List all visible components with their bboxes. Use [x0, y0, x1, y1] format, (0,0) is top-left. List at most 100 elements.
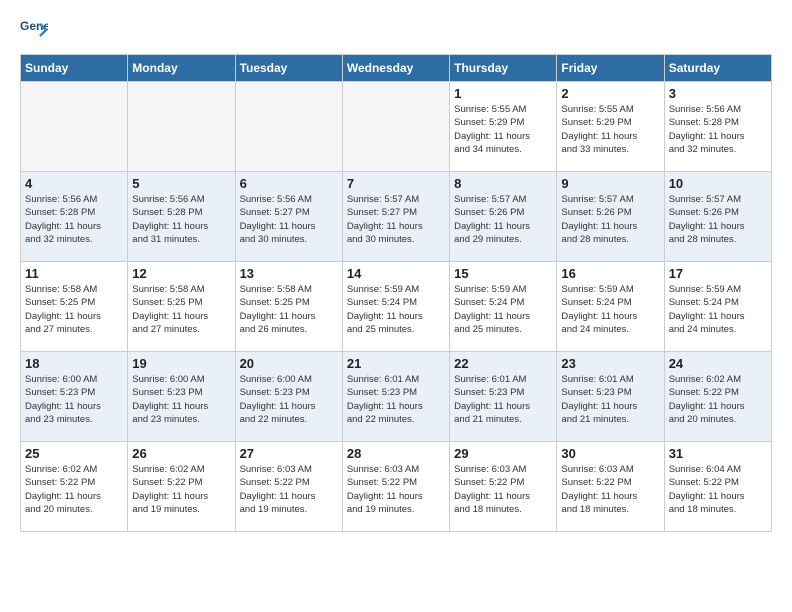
calendar-week-4: 18 Sunrise: 6:00 AM Sunset: 5:23 PM Dayli…	[21, 352, 772, 442]
day-info: Sunrise: 5:57 AM Sunset: 5:26 PM Dayligh…	[454, 193, 552, 246]
day-number: 18	[25, 356, 123, 371]
day-info: Sunrise: 5:56 AM Sunset: 5:28 PM Dayligh…	[132, 193, 230, 246]
calendar-cell: 10 Sunrise: 5:57 AM Sunset: 5:26 PM Dayli…	[664, 172, 771, 262]
calendar-cell	[21, 82, 128, 172]
day-info: Sunrise: 5:59 AM Sunset: 5:24 PM Dayligh…	[454, 283, 552, 336]
calendar-cell: 28Sunrise: 6:03 AM Sunset: 5:22 PM Dayli…	[342, 442, 449, 532]
calendar-week-1: 1 Sunrise: 5:55 AM Sunset: 5:29 PM Daylig…	[21, 82, 772, 172]
day-number: 1	[454, 86, 552, 101]
calendar-cell: 16Sunrise: 5:59 AM Sunset: 5:24 PM Dayli…	[557, 262, 664, 352]
calendar-cell: 17Sunrise: 5:59 AM Sunset: 5:24 PM Dayli…	[664, 262, 771, 352]
day-info: Sunrise: 5:59 AM Sunset: 5:24 PM Dayligh…	[669, 283, 767, 336]
day-info: Sunrise: 5:56 AM Sunset: 5:28 PM Dayligh…	[669, 103, 767, 156]
day-number: 2	[561, 86, 659, 101]
day-number: 4	[25, 176, 123, 191]
calendar-week-3: 11 Sunrise: 5:58 AM Sunset: 5:25 PM Dayli…	[21, 262, 772, 352]
day-info: Sunrise: 5:57 AM Sunset: 5:26 PM Dayligh…	[561, 193, 659, 246]
calendar-body: 1 Sunrise: 5:55 AM Sunset: 5:29 PM Daylig…	[21, 82, 772, 532]
day-info: Sunrise: 6:01 AM Sunset: 5:23 PM Dayligh…	[454, 373, 552, 426]
calendar-header-friday: Friday	[557, 55, 664, 82]
calendar-cell	[128, 82, 235, 172]
calendar-cell: 20 Sunrise: 6:00 AM Sunset: 5:23 PM Dayli…	[235, 352, 342, 442]
day-info: Sunrise: 5:59 AM Sunset: 5:24 PM Dayligh…	[561, 283, 659, 336]
day-info: Sunrise: 5:56 AM Sunset: 5:28 PM Dayligh…	[25, 193, 123, 246]
day-info: Sunrise: 5:59 AM Sunset: 5:24 PM Dayligh…	[347, 283, 445, 336]
calendar-header-row: SundayMondayTuesdayWednesdayThursdayFrid…	[21, 55, 772, 82]
day-info: Sunrise: 6:02 AM Sunset: 5:22 PM Dayligh…	[669, 373, 767, 426]
day-number: 25	[25, 446, 123, 461]
day-number: 11	[25, 266, 123, 281]
day-number: 6	[240, 176, 338, 191]
day-info: Sunrise: 6:00 AM Sunset: 5:23 PM Dayligh…	[240, 373, 338, 426]
calendar-cell: 29Sunrise: 6:03 AM Sunset: 5:22 PM Dayli…	[450, 442, 557, 532]
calendar-cell: 30 Sunrise: 6:03 AM Sunset: 5:22 PM Dayli…	[557, 442, 664, 532]
day-info: Sunrise: 5:58 AM Sunset: 5:25 PM Dayligh…	[240, 283, 338, 336]
day-info: Sunrise: 5:55 AM Sunset: 5:29 PM Dayligh…	[454, 103, 552, 156]
day-info: Sunrise: 6:03 AM Sunset: 5:22 PM Dayligh…	[347, 463, 445, 516]
calendar-header-sunday: Sunday	[21, 55, 128, 82]
calendar-cell: 12 Sunrise: 5:58 AM Sunset: 5:25 PM Dayli…	[128, 262, 235, 352]
calendar-cell: 24 Sunrise: 6:02 AM Sunset: 5:22 PM Dayli…	[664, 352, 771, 442]
calendar-cell	[235, 82, 342, 172]
day-number: 24	[669, 356, 767, 371]
calendar-header-thursday: Thursday	[450, 55, 557, 82]
day-number: 27	[240, 446, 338, 461]
day-info: Sunrise: 6:03 AM Sunset: 5:22 PM Dayligh…	[240, 463, 338, 516]
calendar-cell: 15 Sunrise: 5:59 AM Sunset: 5:24 PM Dayli…	[450, 262, 557, 352]
day-number: 20	[240, 356, 338, 371]
calendar-cell: 2 Sunrise: 5:55 AM Sunset: 5:29 PM Daylig…	[557, 82, 664, 172]
day-number: 19	[132, 356, 230, 371]
day-info: Sunrise: 6:02 AM Sunset: 5:22 PM Dayligh…	[25, 463, 123, 516]
day-number: 29	[454, 446, 552, 461]
day-info: Sunrise: 5:55 AM Sunset: 5:29 PM Dayligh…	[561, 103, 659, 156]
day-number: 7	[347, 176, 445, 191]
day-number: 23	[561, 356, 659, 371]
calendar-cell: 5 Sunrise: 5:56 AM Sunset: 5:28 PM Daylig…	[128, 172, 235, 262]
day-number: 22	[454, 356, 552, 371]
day-info: Sunrise: 5:58 AM Sunset: 5:25 PM Dayligh…	[25, 283, 123, 336]
calendar-table: SundayMondayTuesdayWednesdayThursdayFrid…	[20, 54, 772, 532]
calendar-cell: 22 Sunrise: 6:01 AM Sunset: 5:23 PM Dayli…	[450, 352, 557, 442]
day-number: 10	[669, 176, 767, 191]
day-info: Sunrise: 6:00 AM Sunset: 5:23 PM Dayligh…	[25, 373, 123, 426]
day-number: 5	[132, 176, 230, 191]
calendar-week-2: 4 Sunrise: 5:56 AM Sunset: 5:28 PM Daylig…	[21, 172, 772, 262]
calendar-cell: 8Sunrise: 5:57 AM Sunset: 5:26 PM Daylig…	[450, 172, 557, 262]
calendar-cell: 23 Sunrise: 6:01 AM Sunset: 5:23 PM Dayli…	[557, 352, 664, 442]
logo-icon: General	[20, 16, 48, 44]
day-info: Sunrise: 5:57 AM Sunset: 5:26 PM Dayligh…	[669, 193, 767, 246]
calendar-cell: 7 Sunrise: 5:57 AM Sunset: 5:27 PM Daylig…	[342, 172, 449, 262]
calendar-cell: 25 Sunrise: 6:02 AM Sunset: 5:22 PM Dayli…	[21, 442, 128, 532]
calendar-cell: 11 Sunrise: 5:58 AM Sunset: 5:25 PM Dayli…	[21, 262, 128, 352]
calendar-header-wednesday: Wednesday	[342, 55, 449, 82]
calendar-cell: 31Sunrise: 6:04 AM Sunset: 5:22 PM Dayli…	[664, 442, 771, 532]
calendar-cell: 9 Sunrise: 5:57 AM Sunset: 5:26 PM Daylig…	[557, 172, 664, 262]
day-info: Sunrise: 6:03 AM Sunset: 5:22 PM Dayligh…	[561, 463, 659, 516]
day-info: Sunrise: 6:01 AM Sunset: 5:23 PM Dayligh…	[347, 373, 445, 426]
day-number: 9	[561, 176, 659, 191]
calendar-cell: 14Sunrise: 5:59 AM Sunset: 5:24 PM Dayli…	[342, 262, 449, 352]
day-number: 3	[669, 86, 767, 101]
calendar-cell: 26 Sunrise: 6:02 AM Sunset: 5:22 PM Dayli…	[128, 442, 235, 532]
day-number: 31	[669, 446, 767, 461]
calendar-cell: 13 Sunrise: 5:58 AM Sunset: 5:25 PM Dayli…	[235, 262, 342, 352]
calendar-cell: 1 Sunrise: 5:55 AM Sunset: 5:29 PM Daylig…	[450, 82, 557, 172]
calendar-cell: 4 Sunrise: 5:56 AM Sunset: 5:28 PM Daylig…	[21, 172, 128, 262]
logo: General	[20, 16, 52, 44]
day-number: 15	[454, 266, 552, 281]
day-info: Sunrise: 5:57 AM Sunset: 5:27 PM Dayligh…	[347, 193, 445, 246]
calendar-cell: 27 Sunrise: 6:03 AM Sunset: 5:22 PM Dayli…	[235, 442, 342, 532]
day-info: Sunrise: 6:02 AM Sunset: 5:22 PM Dayligh…	[132, 463, 230, 516]
calendar-cell	[342, 82, 449, 172]
day-number: 21	[347, 356, 445, 371]
calendar-cell: 3 Sunrise: 5:56 AM Sunset: 5:28 PM Daylig…	[664, 82, 771, 172]
calendar-week-5: 25 Sunrise: 6:02 AM Sunset: 5:22 PM Dayli…	[21, 442, 772, 532]
day-number: 13	[240, 266, 338, 281]
day-number: 12	[132, 266, 230, 281]
day-info: Sunrise: 6:01 AM Sunset: 5:23 PM Dayligh…	[561, 373, 659, 426]
calendar-cell: 6Sunrise: 5:56 AM Sunset: 5:27 PM Daylig…	[235, 172, 342, 262]
day-info: Sunrise: 5:58 AM Sunset: 5:25 PM Dayligh…	[132, 283, 230, 336]
calendar-cell: 19Sunrise: 6:00 AM Sunset: 5:23 PM Dayli…	[128, 352, 235, 442]
day-number: 30	[561, 446, 659, 461]
day-number: 26	[132, 446, 230, 461]
